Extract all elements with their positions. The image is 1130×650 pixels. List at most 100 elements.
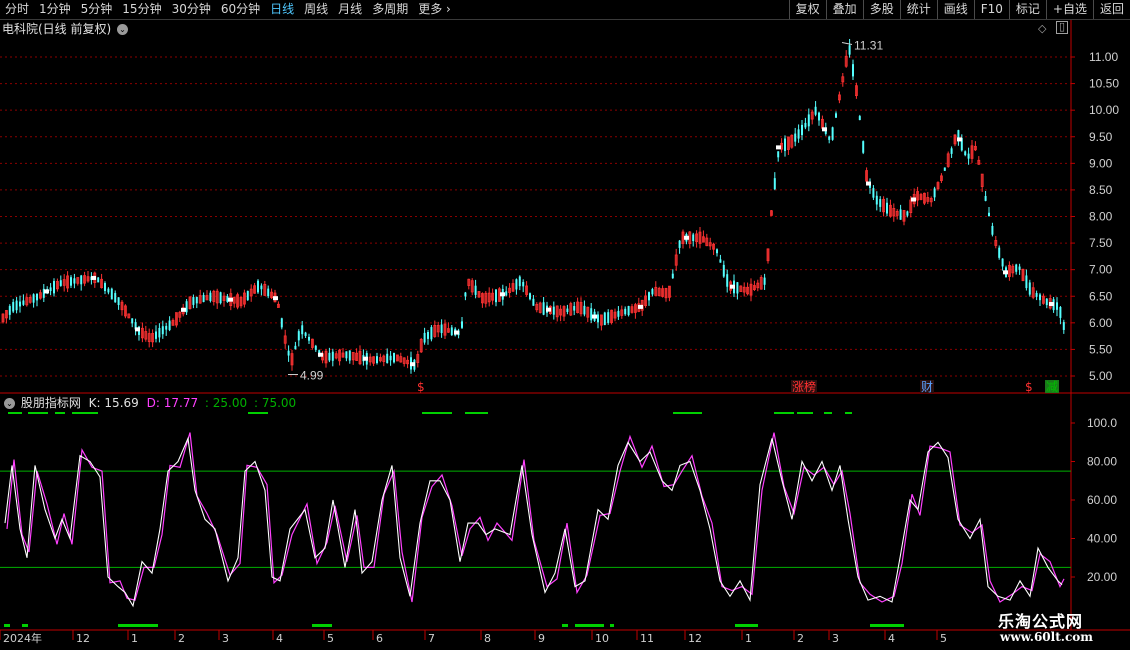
candle [980, 173, 984, 192]
candle-body [648, 292, 650, 301]
time-label: 11 [640, 632, 654, 645]
period-tab[interactable]: 周线 [299, 0, 333, 19]
candle [926, 191, 930, 205]
candle [355, 348, 359, 362]
candle [62, 274, 66, 292]
candle [678, 239, 681, 254]
toolbar-button[interactable]: 返回 [1092, 0, 1130, 19]
candle [875, 191, 878, 211]
candle [484, 290, 488, 308]
candle [505, 286, 508, 297]
toolbar-button[interactable]: 画线 [936, 0, 974, 19]
candle [1011, 263, 1015, 278]
more-menu[interactable]: 更多 › [413, 0, 456, 19]
candle-body [53, 281, 55, 294]
candle-body [807, 114, 810, 127]
chevron-down-icon[interactable]: ⌄ [4, 398, 15, 409]
period-tab[interactable]: 月线 [333, 0, 367, 19]
candle-body [624, 308, 627, 315]
candle [480, 292, 484, 308]
candle [810, 109, 814, 125]
candle-body [427, 332, 429, 339]
candle [1031, 282, 1035, 300]
candle [253, 282, 257, 294]
period-tab[interactable]: 分时 [0, 0, 34, 19]
toolbar-button[interactable]: 叠加 [825, 0, 863, 19]
period-tab[interactable]: 5分钟 [76, 0, 118, 19]
candle [419, 337, 423, 353]
candle [276, 301, 280, 308]
toolbar-button[interactable]: 多股 [862, 0, 900, 19]
candle [144, 325, 148, 342]
price-tick-label: 8.00 [1089, 210, 1113, 224]
candle [525, 281, 528, 297]
candle-body [991, 225, 994, 235]
signal-bar-top [845, 412, 852, 414]
event-tag: 涨榜 [791, 379, 817, 394]
marker-dot [454, 330, 459, 335]
period-tab[interactable]: 15分钟 [117, 0, 166, 19]
panel-toggle-icon[interactable]: ▯ [1056, 21, 1068, 34]
diamond-icon[interactable]: ◇ [1038, 22, 1046, 35]
k-value: 15.69 [104, 396, 139, 410]
candle [848, 38, 851, 58]
period-tab[interactable]: 60分钟 [216, 0, 265, 19]
toolbar-button[interactable]: F10 [973, 0, 1009, 19]
marker-dot [500, 292, 505, 297]
candle [511, 279, 515, 292]
candle-body [736, 282, 739, 294]
candle-body [831, 127, 834, 140]
candle-body [726, 274, 729, 287]
period-tab[interactable]: 1分钟 [34, 0, 76, 19]
period-tab[interactable]: 多周期 [367, 0, 413, 19]
marker-dot [1049, 302, 1054, 307]
candle [674, 248, 678, 271]
candle [1, 313, 5, 324]
toolbar-button[interactable]: 复权 [788, 0, 826, 19]
stock-title[interactable]: 电科院(日线 前复权) ⌄ [2, 22, 130, 36]
chevron-down-icon[interactable]: ⌄ [117, 24, 129, 35]
toolbar-button[interactable]: 标记 [1008, 0, 1046, 19]
candle-body [678, 240, 681, 248]
time-label: 5 [940, 632, 947, 645]
candle [756, 279, 760, 292]
candle [283, 329, 287, 349]
candle-body [314, 345, 317, 350]
time-label: 5 [327, 632, 334, 645]
candle-body [875, 195, 878, 205]
candle-body [461, 321, 463, 328]
candle [902, 209, 906, 226]
marker-dot [1003, 270, 1008, 275]
period-tab[interactable]: 日线 [265, 0, 299, 19]
period-tab[interactable]: 30分钟 [167, 0, 216, 19]
indicator-name[interactable]: 股朋指标网 [21, 396, 81, 410]
chart-canvas[interactable]: 11.00 10.50 10.00 9.50 9.00 8.50 8.00 7.50 7.00 6… [0, 20, 1130, 650]
candle [712, 242, 715, 255]
candle [759, 275, 763, 290]
candle [1025, 269, 1028, 291]
marker-dot [91, 275, 96, 280]
candle [470, 278, 474, 296]
candle-body [328, 352, 331, 361]
candle [110, 287, 113, 300]
candle-body [294, 345, 297, 350]
candle-body [297, 331, 300, 341]
candle-body [165, 325, 168, 330]
candle [395, 354, 399, 362]
toolbar-button[interactable]: +自选 [1045, 0, 1093, 19]
candle-body [202, 294, 205, 303]
candle-body [950, 148, 953, 154]
candle-body [161, 326, 164, 335]
candle [515, 278, 518, 295]
toolbar-button[interactable]: 统计 [899, 0, 937, 19]
marker-dot [228, 297, 233, 302]
candle-body [155, 331, 157, 339]
candle [716, 248, 718, 257]
candle [919, 192, 923, 201]
candle [242, 289, 246, 308]
time-label: 12 [688, 632, 702, 645]
high-pointer [841, 42, 853, 46]
candle [376, 352, 378, 365]
candle [953, 134, 957, 147]
candle-body [692, 234, 695, 242]
